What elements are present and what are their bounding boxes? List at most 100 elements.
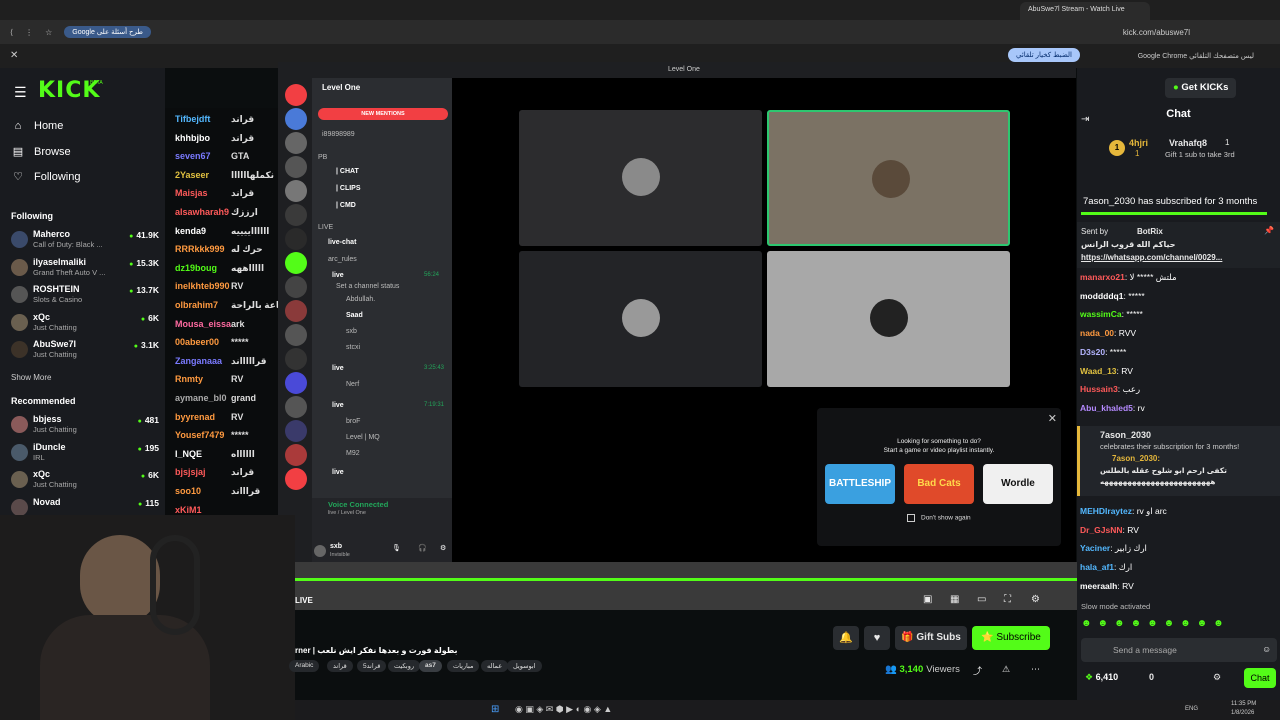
nav-following[interactable]: ♡ Following	[12, 170, 80, 184]
discord-channel[interactable]: M92	[346, 450, 360, 457]
discord-channel[interactable]: | CHAT	[336, 168, 359, 175]
discord-channel[interactable]: Level | MQ	[346, 434, 380, 441]
discord-channel[interactable]: live-chat	[328, 239, 356, 246]
pin-icon[interactable]: 📌	[1264, 226, 1274, 235]
emote-bar[interactable]: ☻☻☻☻☻☻☻☻☻	[1081, 618, 1277, 632]
subscribe-button[interactable]: ⭐ Subscribe	[972, 626, 1050, 650]
discord-channel[interactable]: arc_rules	[328, 256, 357, 263]
voice-tile[interactable]	[767, 251, 1010, 387]
chat-username[interactable]: Yaciner	[1080, 543, 1110, 553]
chat-username[interactable]: manarxo21	[1080, 272, 1125, 282]
gifter-name[interactable]: Vrahafq8	[1169, 138, 1207, 148]
server-icon[interactable]	[285, 108, 307, 130]
server-icon[interactable]	[285, 468, 307, 490]
server-icon[interactable]	[285, 300, 307, 322]
more-icon[interactable]: ⋯	[1031, 664, 1040, 675]
game-card[interactable]: Bad Cats	[904, 464, 974, 504]
nav-browse[interactable]: ▤ Browse	[12, 145, 71, 159]
avatar[interactable]	[314, 545, 326, 557]
gear-icon[interactable]: ⚙	[440, 544, 446, 552]
get-kicks-button[interactable]: ● Get KICKs	[1165, 78, 1237, 98]
channel-row[interactable]: AbuSwe7lJust Chatting 3.1K	[11, 338, 159, 362]
gear-icon[interactable]: ⚙	[1213, 672, 1221, 683]
message-input[interactable]: Send a message ☺	[1081, 638, 1277, 662]
discord-channel[interactable]: i89898989	[322, 131, 355, 138]
clock-date[interactable]: 1/8/2026	[1231, 710, 1254, 716]
channel-row[interactable]: bbjessJust Chatting 481	[11, 413, 159, 437]
windows-start-icon[interactable]: ⊞	[491, 704, 499, 715]
miniplayer-icon[interactable]: ▣	[923, 594, 932, 605]
discord-channel[interactable]: live	[332, 272, 344, 279]
chat-username[interactable]: Hussain3	[1080, 384, 1118, 394]
settings-icon[interactable]: ⚙	[1031, 594, 1040, 605]
taskbar-apps[interactable]: ◉ ▣ ◈ ✉ ⬢ ▶ ◐ ◉ ◈ ▲	[515, 704, 612, 715]
discord-channel[interactable]: stcxi	[346, 344, 360, 351]
stream-tag[interactable]: as7	[419, 660, 442, 672]
discord-channel[interactable]: broF	[346, 418, 360, 425]
chat-username[interactable]: nada_00	[1080, 328, 1114, 338]
dont-show-checkbox[interactable]: Don't show again	[907, 514, 971, 522]
server-icon[interactable]	[285, 204, 307, 226]
fullscreen-icon[interactable]: ⛶	[1004, 594, 1011, 605]
theater-icon[interactable]: ▭	[977, 594, 986, 605]
close-icon[interactable]: ✕	[1048, 412, 1057, 425]
discord-channel[interactable]: Nerf	[346, 381, 359, 388]
bot-link[interactable]: https://whatsapp.com/channel/0029...	[1081, 253, 1222, 262]
chat-username[interactable]: Abu_khaled5	[1080, 403, 1133, 413]
channel-row[interactable]: xQcJust Chatting 6K	[11, 311, 159, 335]
stream-tag[interactable]: 5قراند	[357, 660, 387, 672]
discord-channel[interactable]: Saad	[346, 312, 363, 319]
kicks-balance[interactable]: ❖ 6,410	[1085, 672, 1118, 683]
channel-row[interactable]: MahercoCall of Duty: Black ... 41.9K	[11, 228, 159, 252]
server-icon[interactable]	[285, 228, 307, 250]
channel-row[interactable]: ROSHTEINSlots & Casino 13.7K	[11, 283, 159, 307]
new-mentions-pill[interactable]: NEW MENTIONS	[318, 108, 448, 120]
stream-tag[interactable]: Arabic	[289, 660, 320, 672]
show-more-link[interactable]: Show More	[11, 373, 51, 382]
voice-channel-sub[interactable]: live / Level One	[328, 510, 366, 516]
sub-card-msg-user[interactable]: 7ason_2030:	[1112, 454, 1160, 463]
discord-channel[interactable]: | CLIPS	[336, 185, 361, 192]
discord-channel[interactable]: live	[332, 402, 344, 409]
follow-heart-button[interactable]: ♥	[864, 626, 890, 650]
star-icon[interactable]: ☆	[45, 28, 52, 37]
stream-tag[interactable]: عماله	[481, 660, 509, 672]
chat-username[interactable]: Waad_13	[1080, 366, 1117, 376]
set-default-button[interactable]: الضبط كخيار تلقائي	[1008, 48, 1080, 62]
channel-row[interactable]: iDuncleIRL 195	[11, 441, 159, 465]
server-icon[interactable]	[285, 348, 307, 370]
clock-time[interactable]: 11:35 PM	[1231, 701, 1256, 707]
server-icon[interactable]	[285, 180, 307, 202]
chat-username[interactable]: moddddq1	[1080, 291, 1123, 301]
voice-tile[interactable]	[519, 110, 762, 246]
chat-username[interactable]: D3s20	[1080, 347, 1105, 357]
server-icon[interactable]	[285, 132, 307, 154]
discord-channel[interactable]: | CMD	[336, 202, 356, 209]
discord-channel[interactable]: live	[332, 365, 344, 372]
channel-row[interactable]: ilyaselmalikiGrand Theft Auto V ... 15.3K	[11, 256, 159, 280]
server-icon[interactable]	[285, 372, 307, 394]
url-text[interactable]: kick.com/abuswe7l	[1123, 28, 1190, 37]
channel-row[interactable]: xQcJust Chatting 6K	[11, 468, 159, 492]
chat-username[interactable]: meeraalh	[1080, 581, 1117, 591]
sub-card-user[interactable]: 7ason_2030	[1100, 430, 1151, 440]
voice-tile[interactable]	[519, 251, 762, 387]
gift-prompt[interactable]: Gift 1 sub to take 3rd	[1165, 150, 1235, 159]
server-icon[interactable]	[285, 420, 307, 442]
mic-icon[interactable]: 🎙	[392, 544, 401, 552]
gift-subs-button[interactable]: 🎁 Gift Subs	[895, 626, 967, 650]
server-icon[interactable]	[285, 276, 307, 298]
chat-username[interactable]: MEHDIraytez	[1080, 506, 1132, 516]
chat-username[interactable]: hala_af1	[1080, 562, 1114, 572]
game-card[interactable]: BATTLESHIP	[825, 464, 895, 504]
google-chip[interactable]: Google طرح أسئلة على	[64, 26, 151, 38]
gifter-name[interactable]: 4hjri	[1129, 138, 1148, 148]
chat-username[interactable]: wassimCa	[1080, 309, 1122, 319]
server-icon[interactable]	[285, 252, 307, 274]
discord-channel[interactable]: LIVE	[318, 224, 333, 231]
notify-bell-button[interactable]: 🔔	[833, 626, 859, 650]
browser-tab-active[interactable]: AbuSwe7l Stream - Watch Live	[1020, 2, 1150, 20]
close-icon[interactable]: ✕	[10, 50, 18, 61]
discord-channel[interactable]: PB	[318, 154, 327, 161]
server-icon[interactable]	[285, 444, 307, 466]
